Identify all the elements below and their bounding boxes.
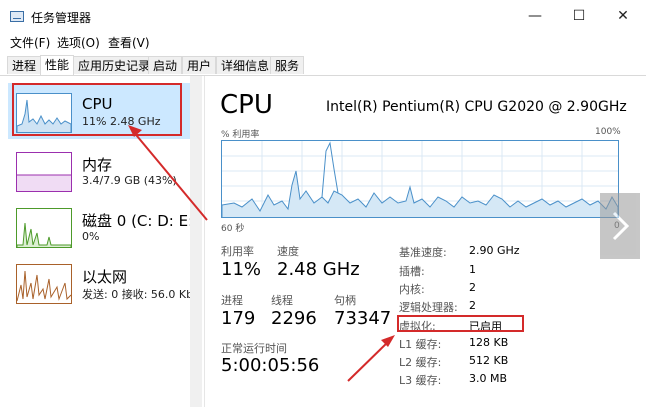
spec-base-speed-label: 基准速度: — [399, 246, 447, 259]
tab-users[interactable]: 用户 — [182, 56, 217, 74]
resource-memory-title: 内存 — [82, 156, 113, 174]
spec-base-speed-value: 2.90 GHz — [469, 244, 520, 257]
disk-thumbnail — [16, 208, 72, 248]
threads-value: 2296 — [271, 308, 317, 329]
threads-label: 线程 — [271, 294, 293, 307]
disk-thumbnail-graph — [16, 222, 72, 247]
ethernet-thumbnail-graph — [16, 270, 72, 302]
resource-ethernet-title: 以太网 — [82, 268, 128, 286]
tab-processes[interactable]: 进程 — [7, 56, 42, 74]
tab-services[interactable]: 服务 — [270, 56, 305, 74]
page-title: CPU — [220, 90, 273, 120]
left-scrollbar[interactable] — [190, 76, 202, 407]
cpu-model: Intel(R) Pentium(R) CPU G2020 @ 2.90GHz — [326, 99, 627, 115]
spec-l2-value: 512 KB — [469, 354, 509, 367]
utilization-value: 11% — [221, 259, 262, 280]
annotation-box-cpu — [12, 83, 182, 136]
annotation-box-virtualization — [397, 315, 524, 332]
spec-l2-label: L2 缓存: — [399, 356, 442, 369]
spec-sockets-label: 插槽: — [399, 265, 425, 278]
cpu-utilization-graph — [221, 140, 619, 218]
processes-value: 179 — [221, 308, 256, 329]
next-button[interactable] — [600, 193, 640, 259]
spec-logical-label: 逻辑处理器: — [399, 301, 458, 314]
tab-app-history[interactable]: 应用历史记录 — [73, 56, 156, 74]
task-manager-icon — [10, 11, 24, 22]
spec-l1-label: L1 缓存: — [399, 338, 442, 351]
menu-options[interactable]: 选项(O) — [57, 34, 100, 51]
graph-max: 100% — [595, 127, 621, 137]
title-bar: 任务管理器 — ☐ ✕ — [0, 0, 646, 32]
menu-bar: 文件(F) 选项(O) 查看(V) — [0, 32, 646, 52]
annotation-arrow-virtualization — [347, 339, 391, 382]
resource-disk[interactable]: 磁盘 0 (C: D: E:) 0% — [8, 198, 199, 254]
memory-thumbnail-graph — [17, 174, 71, 191]
tab-bar: 进程 性能 应用历史记录 启动 用户 详细信息 服务 — [0, 54, 646, 76]
handles-label: 句柄 — [334, 294, 356, 307]
utilization-label: 利用率 — [221, 245, 254, 258]
resource-disk-sub: 0% — [82, 230, 100, 243]
resource-memory[interactable]: 内存 3.4/7.9 GB (43%) — [8, 142, 198, 198]
resource-memory-sub: 3.4/7.9 GB (43%) — [82, 174, 177, 187]
maximize-button[interactable]: ☐ — [556, 0, 602, 32]
window-title: 任务管理器 — [31, 11, 92, 25]
chevron-right-icon — [612, 211, 630, 241]
tab-startup[interactable]: 启动 — [148, 56, 183, 74]
resource-ethernet-sub: 发送: 0 接收: 56.0 Kbp — [82, 288, 201, 301]
spec-l3-label: L3 缓存: — [399, 374, 442, 387]
close-button[interactable]: ✕ — [600, 0, 646, 32]
minimize-button[interactable]: — — [512, 0, 558, 32]
resource-ethernet[interactable]: 以太网 发送: 0 接收: 56.0 Kbp — [8, 254, 201, 310]
annotation-arrowhead-virtualization — [381, 335, 395, 347]
spec-logical-value: 2 — [469, 299, 476, 312]
spec-l3-value: 3.0 MB — [469, 372, 508, 385]
handles-value: 73347 — [334, 308, 392, 329]
graph-time: 60 秒 — [221, 224, 245, 234]
spec-sockets-value: 1 — [469, 263, 476, 276]
memory-thumbnail — [16, 152, 72, 192]
spec-cores-value: 2 — [469, 281, 476, 294]
graph-label: % 利用率 — [221, 130, 260, 140]
menu-view[interactable]: 查看(V) — [108, 34, 150, 51]
uptime-label: 正常运行时间 — [221, 342, 287, 355]
speed-value: 2.48 GHz — [277, 259, 360, 280]
resource-disk-title: 磁盘 0 (C: D: E:) — [82, 212, 199, 230]
processes-label: 进程 — [221, 294, 243, 307]
spec-cores-label: 内核: — [399, 283, 425, 296]
ethernet-thumbnail — [16, 264, 72, 304]
speed-label: 速度 — [277, 245, 299, 258]
cpu-graph-svg — [221, 141, 619, 217]
tab-details[interactable]: 详细信息 — [216, 56, 275, 74]
uptime-value: 5:00:05:56 — [221, 355, 320, 376]
menu-file[interactable]: 文件(F) — [10, 34, 50, 51]
spec-l1-value: 128 KB — [469, 336, 509, 349]
tab-performance[interactable]: 性能 — [40, 55, 75, 75]
